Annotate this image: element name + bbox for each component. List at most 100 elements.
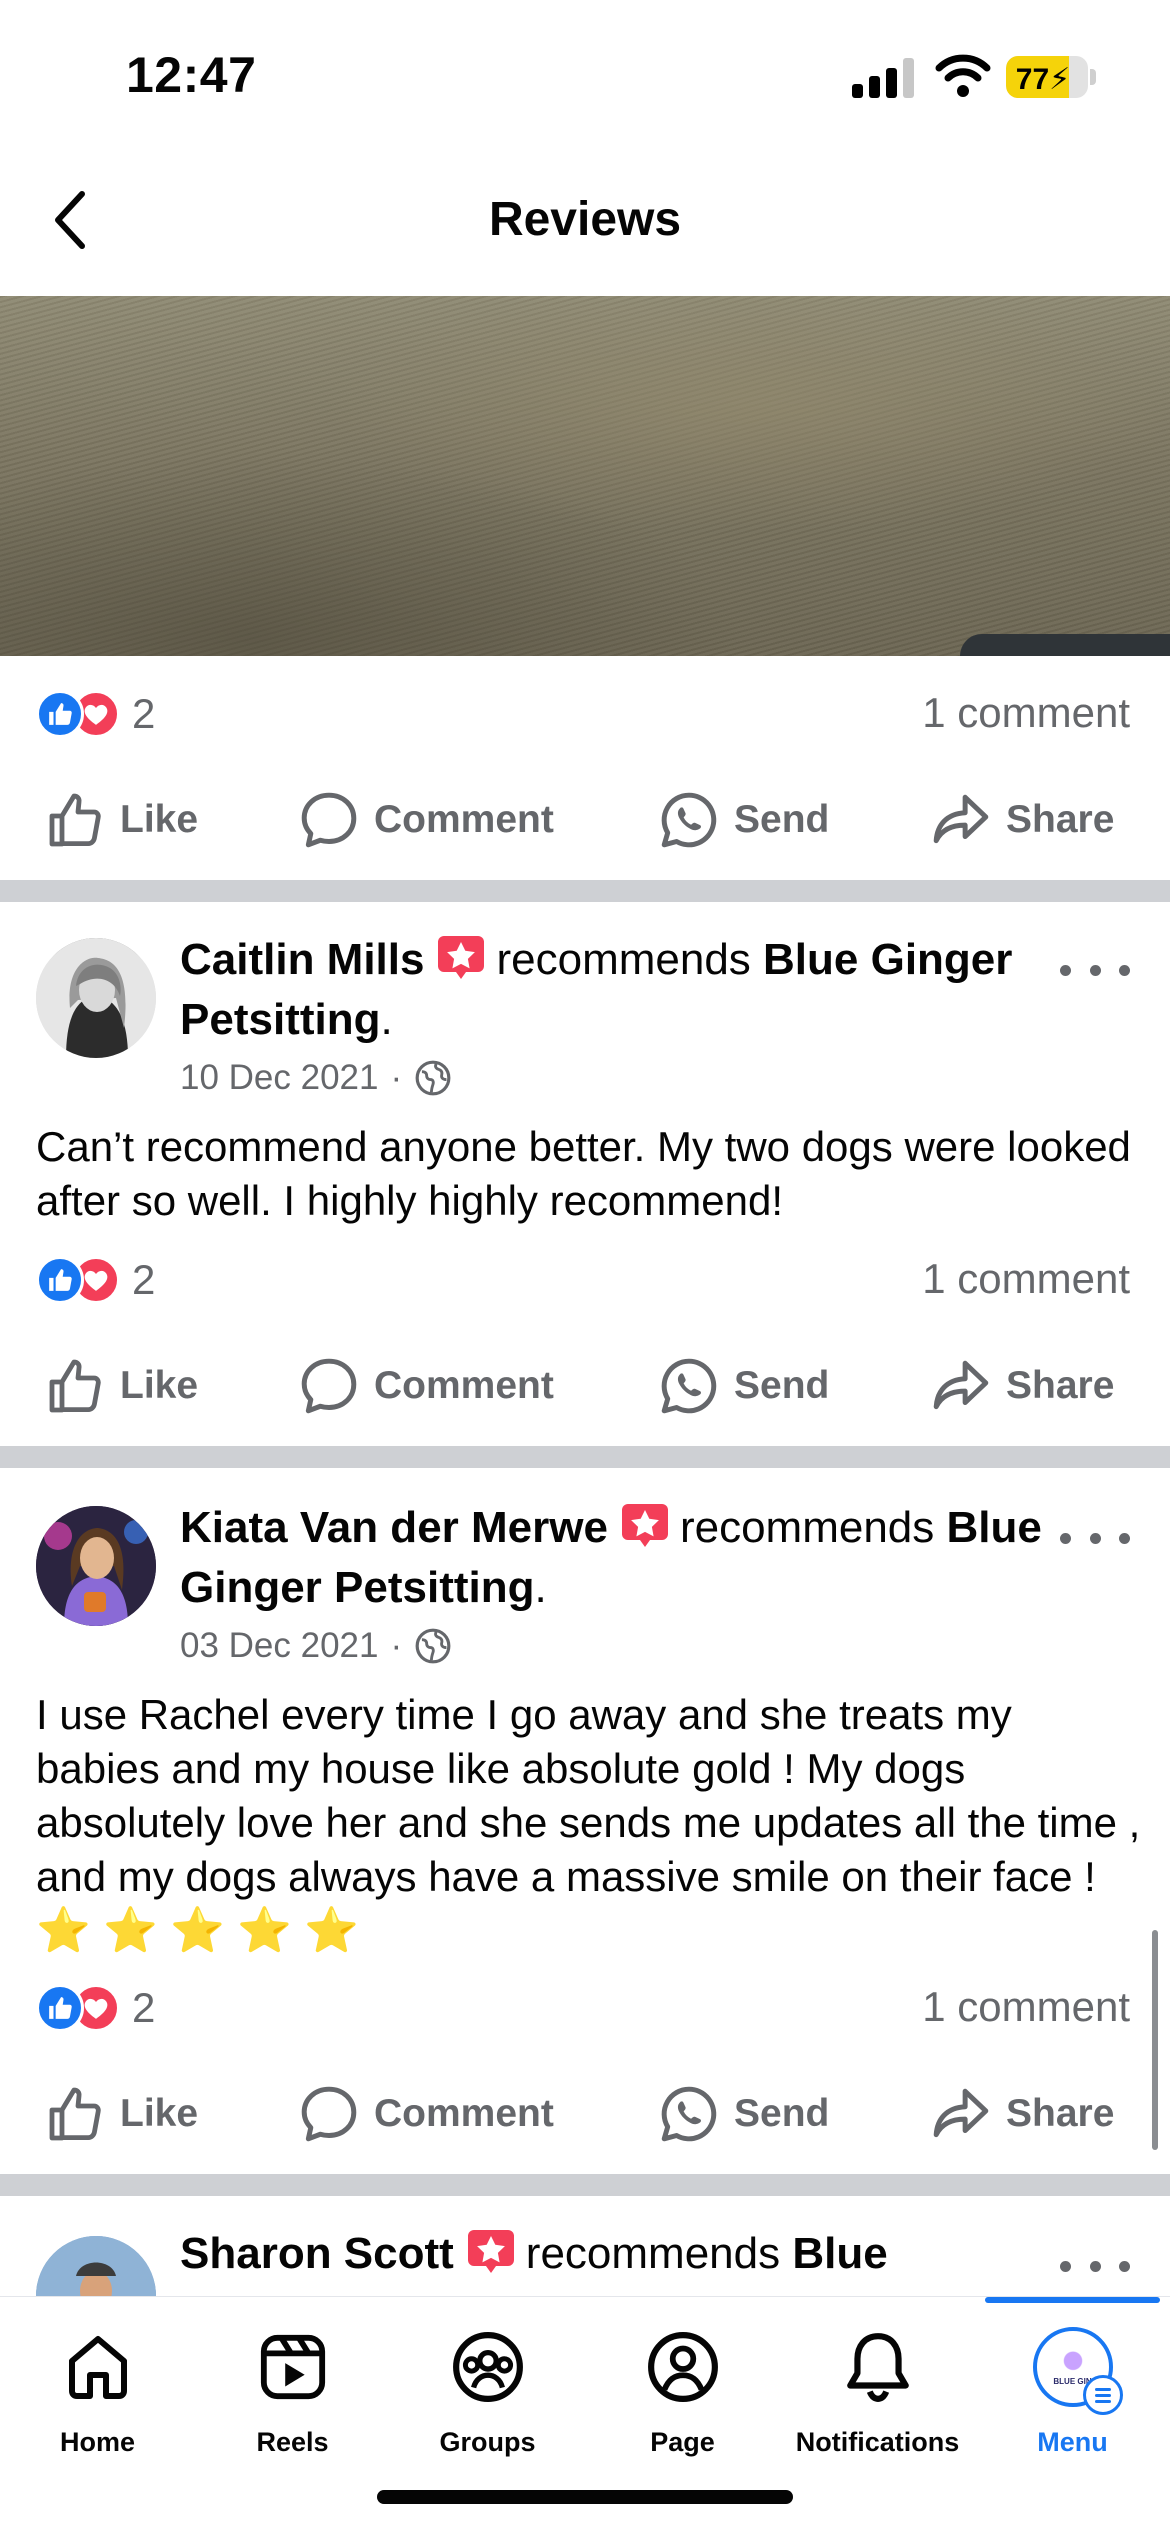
review-text-body: I use Rachel every time I go away and sh… [36, 1691, 1141, 1900]
home-icon [68, 2336, 127, 2399]
nav-groups[interactable]: Groups [390, 2297, 585, 2497]
review-header: Sharon Scott recommends Blue [180, 2224, 1050, 2284]
whatsapp-icon [661, 2086, 717, 2142]
wifi-icon [935, 54, 991, 97]
comment-count[interactable]: 1 comment [922, 689, 1130, 737]
battery-percent: 77⚡ [1015, 63, 1071, 96]
like-label: Like [120, 2092, 199, 2135]
cellular-signal-icon [852, 58, 916, 98]
share-button[interactable]: Share [930, 1336, 1114, 1436]
reviewer-name[interactable]: Caitlin Mills [180, 935, 424, 984]
send-button[interactable]: Send [658, 1336, 829, 1436]
comment-button[interactable]: Comment [298, 770, 554, 870]
comment-count[interactable]: 1 comment [922, 1255, 1130, 1303]
reactions-summary[interactable]: 2 [36, 686, 155, 742]
post-date: 03 Dec 2021 · [180, 1626, 452, 1666]
nav-notifications-label: Notifications [795, 2427, 960, 2457]
comment-bubble-icon [301, 2086, 357, 2142]
battery-icon: 77⚡ [1006, 56, 1088, 98]
post-date-text: 03 Dec 2021 [180, 1626, 379, 1665]
like-reaction-icon [36, 1256, 84, 1304]
post-actions: Like Comment Send Share [0, 770, 1170, 870]
share-button[interactable]: Share [930, 2064, 1114, 2164]
share-arrow-icon [933, 794, 989, 844]
comment-label: Comment [374, 1364, 554, 1407]
reviewer-name[interactable]: Sharon Scott [180, 2229, 454, 2278]
share-arrow-icon [933, 2088, 989, 2138]
recommend-badge-icon [621, 1504, 668, 1547]
post-divider [0, 880, 1170, 902]
business-name[interactable]: Blue [792, 2229, 887, 2278]
more-options-button[interactable] [1060, 950, 1130, 990]
reactions-summary[interactable]: 2 [36, 1252, 155, 1308]
nav-page-label: Page [650, 2427, 715, 2457]
review-text: Can’t recommend anyone better. My two do… [36, 1123, 1131, 1224]
status-bar: 12:47 77⚡ [0, 0, 1170, 150]
share-label: Share [1006, 1364, 1115, 1407]
share-arrow-icon [933, 1360, 989, 1410]
comment-button[interactable]: Comment [298, 2064, 554, 2164]
scrollbar[interactable] [1152, 1930, 1158, 2150]
nav-home-label: Home [59, 2427, 135, 2457]
post-actions: Like Comment Send Share [0, 1336, 1170, 1436]
reviewer-name[interactable]: Kiata Van der Merwe [180, 1503, 608, 1552]
reviewer-avatar[interactable] [36, 1506, 156, 1626]
battery-cap [1090, 69, 1096, 85]
separator-dot: · [390, 1058, 403, 1097]
recommends-text: recommends [525, 2229, 781, 2278]
home-indicator[interactable] [377, 2490, 793, 2504]
like-button[interactable]: Like [46, 770, 198, 870]
like-label: Like [120, 1364, 199, 1407]
share-label: Share [1006, 2092, 1115, 2135]
post-divider [0, 1446, 1170, 1468]
send-button[interactable]: Send [658, 2064, 829, 2164]
recommends-text: recommends [679, 1503, 935, 1552]
nav-reels-label: Reels [256, 2427, 329, 2457]
like-button[interactable]: Like [46, 1336, 198, 1436]
post-photo[interactable] [0, 296, 1170, 656]
nav-menu-label: Menu [1037, 2427, 1108, 2457]
nav-groups-label: Groups [439, 2427, 536, 2457]
nav-notifications[interactable]: Notifications [780, 2297, 975, 2497]
nav-menu[interactable]: BLUE GIN Menu [975, 2297, 1170, 2497]
like-reaction-icon [36, 1984, 84, 2032]
reviewer-avatar[interactable] [36, 938, 156, 1058]
review-header: Kiata Van der Merwe recommends Blue Ginge… [180, 1503, 1042, 1612]
reaction-count: 2 [132, 690, 156, 737]
nav-home[interactable]: Home [0, 2297, 195, 2497]
more-options-button[interactable] [1060, 1518, 1130, 1558]
reactions-summary[interactable]: 2 [36, 1980, 155, 2036]
post-date: 10 Dec 2021 · [180, 1058, 452, 1098]
page-profile-icon [647, 2332, 718, 2402]
send-label: Send [734, 798, 830, 841]
like-button[interactable]: Like [46, 2064, 198, 2164]
avatar-portrait [36, 1506, 156, 1626]
whatsapp-icon [661, 1358, 717, 1414]
recommend-badge-icon [467, 2230, 514, 2273]
review-header: Caitlin Mills recommends Blue Ginger Pets… [180, 935, 1013, 1044]
post-divider [0, 2174, 1170, 2196]
share-button[interactable]: Share [930, 770, 1114, 870]
post-date-text: 10 Dec 2021 [180, 1058, 379, 1097]
separator-dot: · [390, 1626, 403, 1665]
nav-reels[interactable]: Reels [195, 2297, 390, 2497]
thumbs-up-icon [49, 1359, 101, 1413]
nav-page[interactable]: Page [585, 2297, 780, 2497]
more-options-button[interactable] [1060, 2246, 1130, 2286]
groups-icon [452, 2332, 523, 2402]
like-reaction-icon [36, 690, 84, 738]
comment-button[interactable]: Comment [298, 1336, 554, 1436]
star-rating: ⭐ ⭐ ⭐ ⭐ ⭐ [36, 1906, 359, 1955]
globe-icon[interactable] [414, 1627, 452, 1665]
send-button[interactable]: Send [658, 770, 829, 870]
comment-count[interactable]: 1 comment [922, 1983, 1130, 2031]
like-label: Like [120, 798, 199, 841]
share-label: Share [1006, 798, 1115, 841]
review-text: I use Rachel every time I go away and sh… [36, 1688, 1146, 1958]
top-header: Reviews [0, 150, 1170, 296]
globe-icon[interactable] [414, 1059, 452, 1097]
post-actions: Like Comment Send Share [0, 2064, 1170, 2164]
send-label: Send [734, 2092, 830, 2135]
reaction-count: 2 [132, 1256, 156, 1303]
recommend-badge-icon [438, 936, 485, 979]
